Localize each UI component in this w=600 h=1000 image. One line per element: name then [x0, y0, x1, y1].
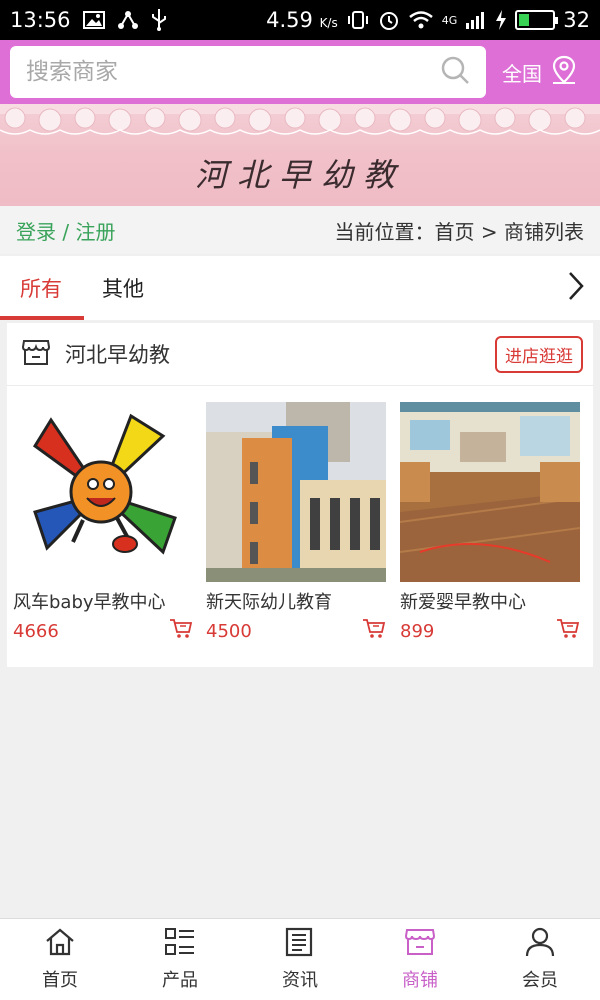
cart-icon[interactable] — [169, 618, 193, 644]
nav-stores[interactable]: 商铺 — [360, 919, 480, 1000]
product-name[interactable]: 新爱婴早教中心 — [400, 588, 580, 614]
shop-card: 河北早幼教 进店逛逛 风车baby早教中心 4666 新天际幼儿教育 4500 … — [7, 323, 593, 667]
bottom-nav: 首页 产品 资讯 商铺 会员 — [0, 918, 600, 1000]
nav-home[interactable]: 首页 — [0, 919, 120, 1000]
nav-label: 产品 — [162, 970, 198, 991]
region-label: 全国 — [502, 61, 542, 86]
tab-all[interactable]: 所有 — [0, 256, 84, 320]
product-item[interactable]: 新爱婴早教中心 899 — [400, 402, 580, 644]
product-price: 4666 — [13, 620, 59, 642]
charging-icon — [495, 10, 507, 30]
product-item[interactable]: 风车baby早教中心 4666 — [13, 402, 193, 644]
store-icon — [404, 927, 436, 962]
product-name[interactable]: 风车baby早教中心 — [13, 588, 193, 614]
product-image[interactable] — [400, 402, 580, 582]
search-box[interactable] — [10, 46, 486, 98]
product-image[interactable] — [13, 402, 193, 582]
shop-name: 河北早幼教 — [65, 343, 170, 367]
network-speed: 4.59 K/s — [266, 8, 338, 32]
cart-icon[interactable] — [556, 618, 580, 644]
status-bar: 13:56 4.59 K/s 4G 32 — [0, 0, 600, 40]
home-icon — [44, 927, 76, 962]
user-icon — [524, 927, 556, 962]
speed-value: 4.59 — [266, 8, 313, 32]
search-input[interactable] — [26, 59, 440, 85]
tab-other[interactable]: 其他 — [82, 256, 164, 320]
vibrate-icon — [346, 10, 370, 30]
image-icon — [82, 11, 105, 29]
shop-banner: 河北早幼教 — [0, 104, 600, 206]
lace-decoration — [0, 104, 600, 135]
nav-label: 首页 — [42, 970, 78, 991]
region-selector[interactable]: 全国 — [502, 55, 578, 90]
product-list: 风车baby早教中心 4666 新天际幼儿教育 4500 新爱婴早教中心 899 — [7, 386, 593, 666]
nav-news[interactable]: 资讯 — [240, 919, 360, 1000]
nav-products[interactable]: 产品 — [120, 919, 240, 1000]
shop-header: 河北早幼教 进店逛逛 — [7, 323, 593, 386]
network-type: 4G — [441, 13, 458, 27]
nav-label: 会员 — [522, 970, 558, 991]
product-price: 899 — [400, 620, 435, 642]
breadcrumb: 当前位置：首页 > 商铺列表 — [334, 219, 584, 244]
news-icon — [284, 927, 316, 962]
header: 全国 — [0, 40, 600, 104]
battery-icon — [515, 10, 559, 30]
battery-fill — [519, 14, 530, 26]
crumb-bar: 登录 / 注册 当前位置：首页 > 商铺列表 — [0, 206, 600, 254]
product-image[interactable] — [206, 402, 386, 582]
cart-icon[interactable] — [362, 618, 386, 644]
login-register-link[interactable]: 登录 / 注册 — [16, 216, 115, 245]
wifi-icon — [408, 10, 434, 30]
signal-icon — [465, 11, 487, 29]
alarm-icon — [378, 9, 400, 31]
speed-unit: K/s — [319, 16, 338, 30]
status-time: 13:56 — [10, 8, 71, 32]
chevron-right-icon[interactable] — [566, 270, 586, 306]
usb-icon — [151, 9, 167, 31]
product-name[interactable]: 新天际幼儿教育 — [206, 588, 386, 614]
visit-shop-button[interactable]: 进店逛逛 — [495, 335, 583, 373]
category-tabs: 所有 其他 — [0, 256, 600, 320]
grid-list-icon — [164, 927, 196, 962]
banner-title: 河北早幼教 — [194, 156, 405, 194]
tab-label: 所有 — [20, 277, 62, 301]
search-icon[interactable] — [440, 55, 470, 89]
store-icon — [21, 337, 51, 371]
nav-label: 商铺 — [402, 970, 438, 991]
location-pin-icon — [550, 55, 578, 90]
nav-label: 资讯 — [282, 970, 318, 991]
tab-label: 其他 — [102, 277, 144, 301]
nav-member[interactable]: 会员 — [480, 919, 600, 1000]
share-icon — [117, 10, 139, 30]
product-item[interactable]: 新天际幼儿教育 4500 — [206, 402, 386, 644]
product-price: 4500 — [206, 620, 252, 642]
battery-level: 32 — [563, 8, 590, 32]
